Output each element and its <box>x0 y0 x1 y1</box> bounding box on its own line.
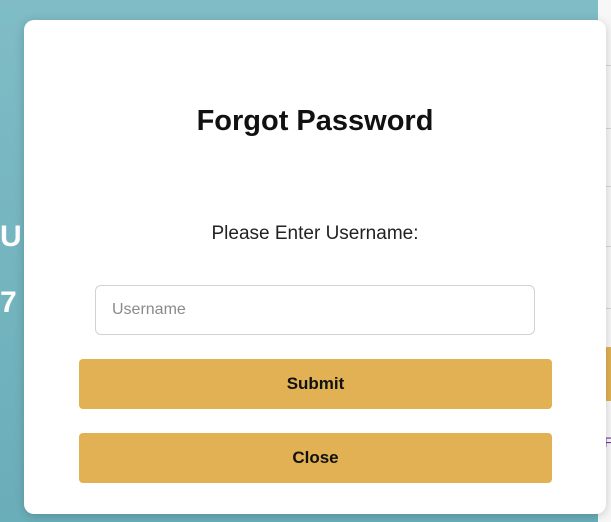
background-letter-u: U <box>0 220 22 253</box>
background-letter-7: 7 <box>0 286 17 319</box>
forgot-password-modal: Forgot Password Please Enter Username: S… <box>24 20 606 514</box>
screen: U 7 F Forgot Password Please Enter Usern… <box>0 0 611 522</box>
username-input[interactable] <box>95 285 535 335</box>
modal-title: Forgot Password <box>196 105 434 137</box>
close-button[interactable]: Close <box>79 433 552 483</box>
submit-button[interactable]: Submit <box>79 359 552 409</box>
username-prompt: Please Enter Username: <box>211 223 419 244</box>
